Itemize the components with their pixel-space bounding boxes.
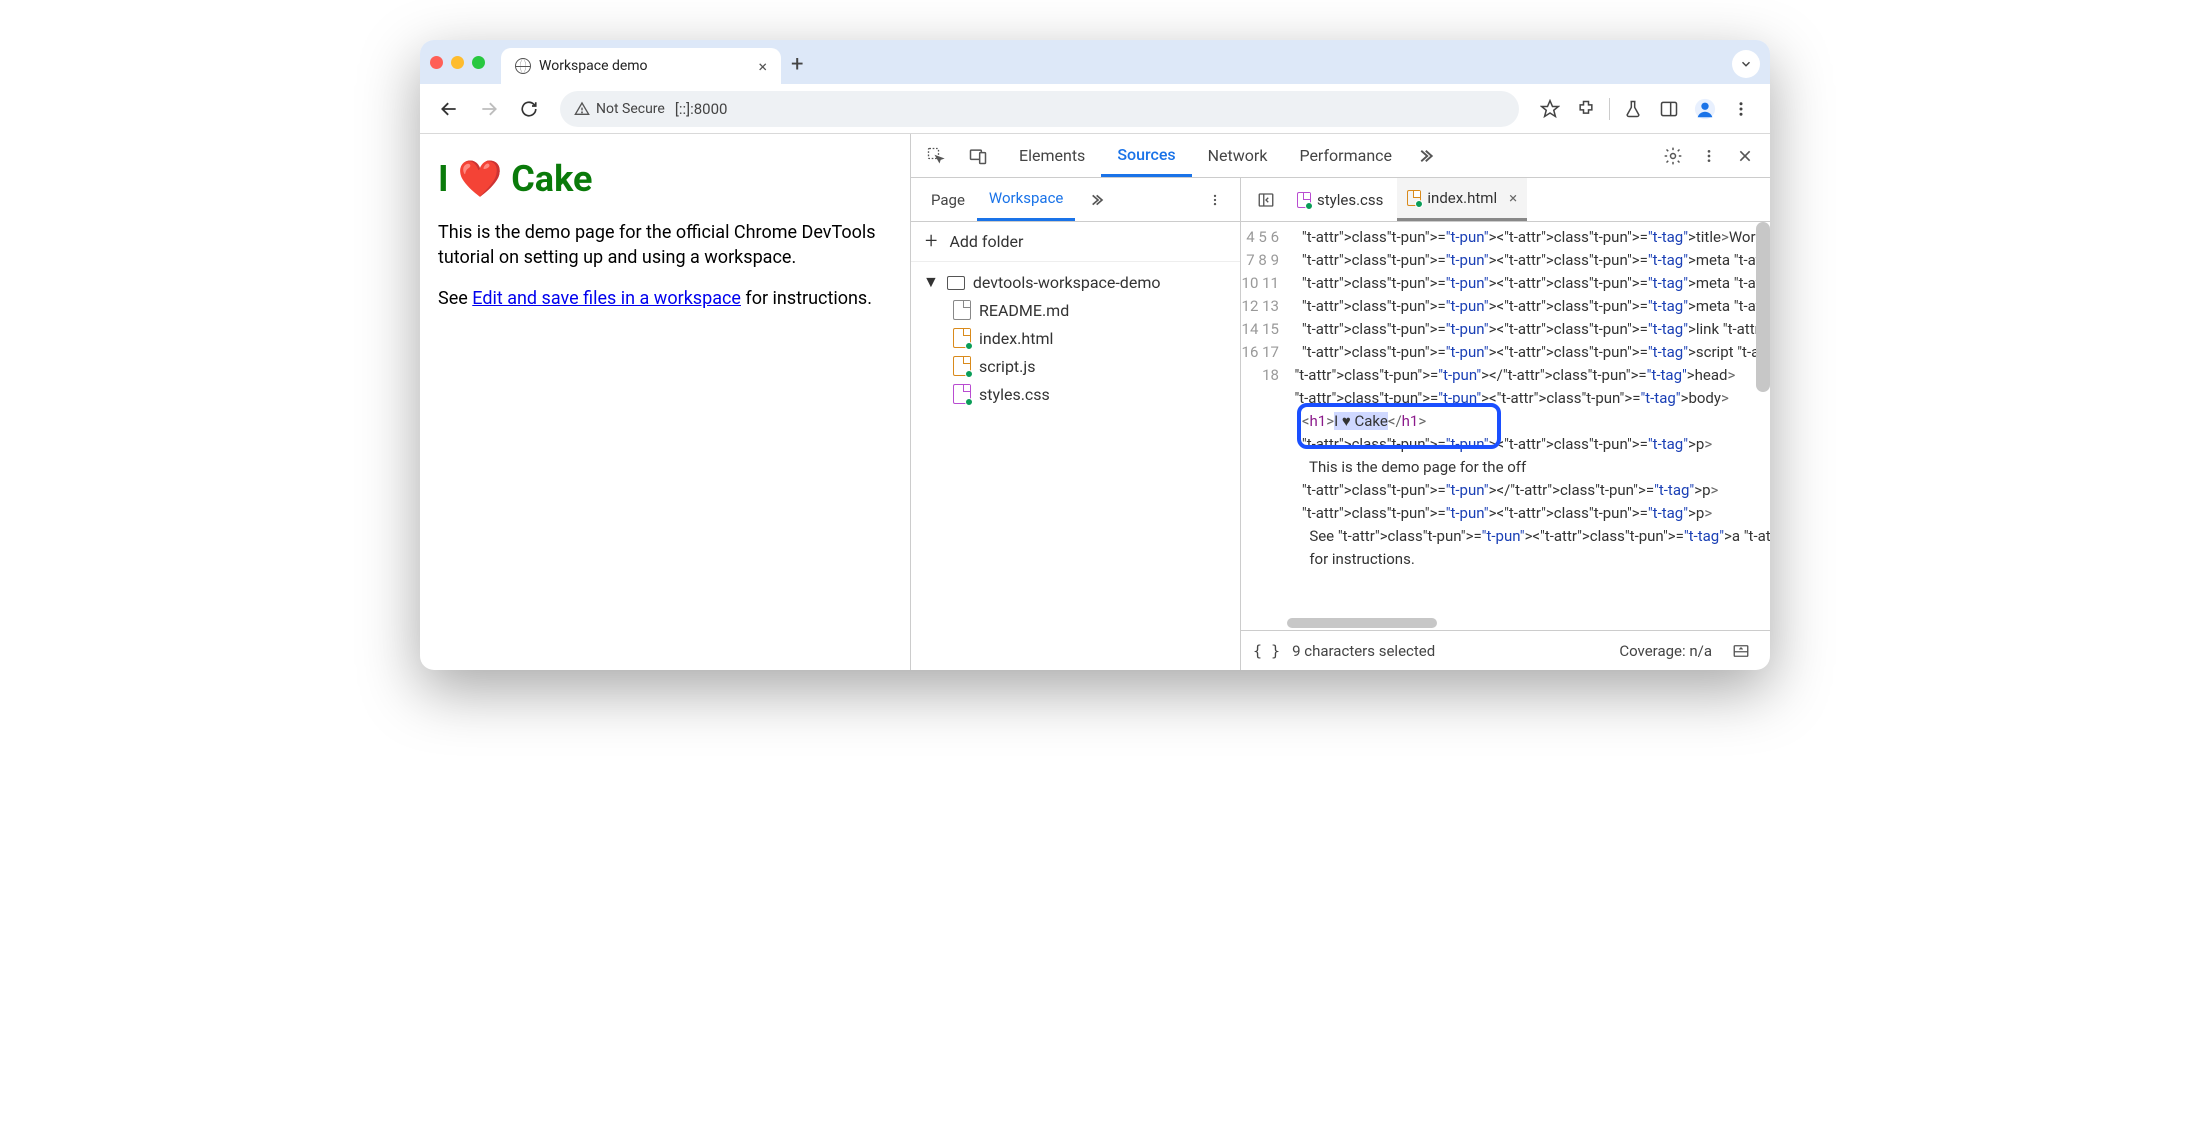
- editor-tabs: styles.css index.html ×: [1241, 178, 1770, 222]
- editor-tab-index[interactable]: index.html ×: [1397, 178, 1527, 221]
- file-icon: [1407, 190, 1421, 206]
- tree-file[interactable]: README.md: [919, 296, 1232, 324]
- folder-icon: [947, 276, 965, 290]
- file-name: README.md: [979, 301, 1069, 320]
- close-devtools-button[interactable]: [1728, 139, 1762, 173]
- browser-window: Workspace demo × + Not Secure [::]:8000: [420, 40, 1770, 670]
- security-indicator[interactable]: Not Secure: [574, 101, 665, 117]
- page-heading: I ❤️ Cake: [438, 158, 892, 200]
- tree-file[interactable]: index.html: [919, 324, 1232, 352]
- close-window-icon[interactable]: [430, 56, 443, 69]
- tree-folder[interactable]: ▼ devtools-workspace-demo: [919, 268, 1232, 296]
- url-text: [::]:8000: [675, 100, 728, 118]
- nav-tab-workspace[interactable]: Workspace: [977, 178, 1075, 221]
- profile-button[interactable]: [1688, 92, 1722, 126]
- tab-search-button[interactable]: [1732, 50, 1760, 78]
- chevron-down-icon: ▼: [923, 272, 939, 292]
- editor-tab-styles[interactable]: styles.css: [1287, 178, 1393, 221]
- line-gutter: 4 5 6 7 8 9 10 11 12 13 14 15 16 17 18: [1241, 222, 1287, 630]
- more-tabs-button[interactable]: [1408, 139, 1442, 173]
- minimize-window-icon[interactable]: [451, 56, 464, 69]
- tab-elements[interactable]: Elements: [1003, 134, 1101, 177]
- browser-toolbar: Not Secure [::]:8000: [420, 84, 1770, 134]
- device-toolbar-button[interactable]: [961, 139, 995, 173]
- add-folder-button[interactable]: + Add folder: [911, 222, 1240, 262]
- page-paragraph-2: See Edit and save files in a workspace f…: [438, 286, 892, 311]
- nav-tab-page[interactable]: Page: [919, 178, 977, 221]
- security-label: Not Secure: [596, 101, 665, 117]
- separator: [1609, 98, 1610, 120]
- window-controls: [430, 56, 485, 69]
- toolbar-actions: [1533, 92, 1758, 126]
- maximize-window-icon[interactable]: [472, 56, 485, 69]
- navigator-tabs: Page Workspace: [911, 178, 1240, 222]
- format-button[interactable]: { }: [1253, 642, 1280, 660]
- close-tab-icon[interactable]: ×: [758, 57, 767, 76]
- file-name: styles.css: [979, 385, 1050, 404]
- file-icon: [1297, 192, 1311, 208]
- file-icon: [953, 328, 971, 348]
- inspect-element-button[interactable]: [919, 139, 953, 173]
- horizontal-scrollbar[interactable]: [1287, 618, 1437, 628]
- globe-icon: [515, 58, 531, 74]
- tab-network[interactable]: Network: [1192, 134, 1284, 177]
- code-editor[interactable]: 4 5 6 7 8 9 10 11 12 13 14 15 16 17 18 "…: [1241, 222, 1770, 630]
- rendered-page: I ❤️ Cake This is the demo page for the …: [420, 134, 910, 670]
- add-folder-label: Add folder: [949, 232, 1023, 251]
- forward-button[interactable]: [472, 92, 506, 126]
- tab-strip: Workspace demo × +: [420, 40, 1770, 84]
- selection-status: 9 characters selected: [1292, 642, 1435, 660]
- new-tab-button[interactable]: +: [791, 52, 803, 77]
- tab-title: Workspace demo: [539, 58, 648, 74]
- file-name: script.js: [979, 357, 1035, 376]
- toggle-navigator-button[interactable]: [1249, 183, 1283, 217]
- devtools-menu-button[interactable]: [1692, 139, 1726, 173]
- tree-file[interactable]: styles.css: [919, 380, 1232, 408]
- folder-name: devtools-workspace-demo: [973, 273, 1161, 292]
- tab-performance[interactable]: Performance: [1283, 134, 1408, 177]
- coverage-status: Coverage: n/a: [1619, 642, 1712, 660]
- devtools-main-toolbar: Elements Sources Network Performance: [911, 134, 1770, 178]
- page-paragraph: This is the demo page for the official C…: [438, 220, 892, 270]
- navigator-menu-button[interactable]: [1198, 183, 1232, 217]
- devtools-panel: Elements Sources Network Performance Pag…: [910, 134, 1770, 670]
- file-icon: [953, 300, 971, 320]
- vertical-scrollbar[interactable]: [1756, 222, 1770, 392]
- devtools-body: Page Workspace + Add folder ▼ devtools: [911, 178, 1770, 670]
- side-panel-button[interactable]: [1652, 92, 1686, 126]
- bookmark-button[interactable]: [1533, 92, 1567, 126]
- text: for instructions.: [741, 288, 872, 309]
- reload-button[interactable]: [512, 92, 546, 126]
- tab-label: index.html: [1427, 189, 1497, 207]
- source-code[interactable]: "t-attr">class"t-pun">="t-pun"><"t-attr"…: [1287, 222, 1770, 630]
- extensions-button[interactable]: [1569, 92, 1603, 126]
- warning-icon: [574, 101, 590, 117]
- text: See: [438, 288, 472, 309]
- browser-tab[interactable]: Workspace demo ×: [501, 48, 781, 84]
- more-nav-tabs-button[interactable]: [1079, 183, 1113, 217]
- tree-file[interactable]: script.js: [919, 352, 1232, 380]
- tab-label: styles.css: [1317, 191, 1383, 209]
- plus-icon: +: [925, 229, 937, 254]
- address-bar[interactable]: Not Secure [::]:8000: [560, 91, 1519, 127]
- menu-button[interactable]: [1724, 92, 1758, 126]
- file-name: index.html: [979, 329, 1053, 348]
- workspace-link[interactable]: Edit and save files in a workspace: [472, 288, 741, 309]
- editor-status-bar: { } 9 characters selected Coverage: n/a: [1241, 630, 1770, 670]
- editor-pane: styles.css index.html × 4 5 6 7 8 9 10 1…: [1241, 178, 1770, 670]
- file-icon: [953, 384, 971, 404]
- close-tab-icon[interactable]: ×: [1509, 189, 1517, 207]
- file-tree: ▼ devtools-workspace-demo README.md inde…: [911, 262, 1240, 416]
- devtools-tabs: Elements Sources Network Performance: [1003, 134, 1442, 177]
- tab-sources[interactable]: Sources: [1101, 134, 1191, 177]
- content-area: I ❤️ Cake This is the demo page for the …: [420, 134, 1770, 670]
- settings-button[interactable]: [1656, 139, 1690, 173]
- file-icon: [953, 356, 971, 376]
- labs-button[interactable]: [1616, 92, 1650, 126]
- toggle-drawer-button[interactable]: [1724, 634, 1758, 668]
- back-button[interactable]: [432, 92, 466, 126]
- navigator-pane: Page Workspace + Add folder ▼ devtools: [911, 178, 1241, 670]
